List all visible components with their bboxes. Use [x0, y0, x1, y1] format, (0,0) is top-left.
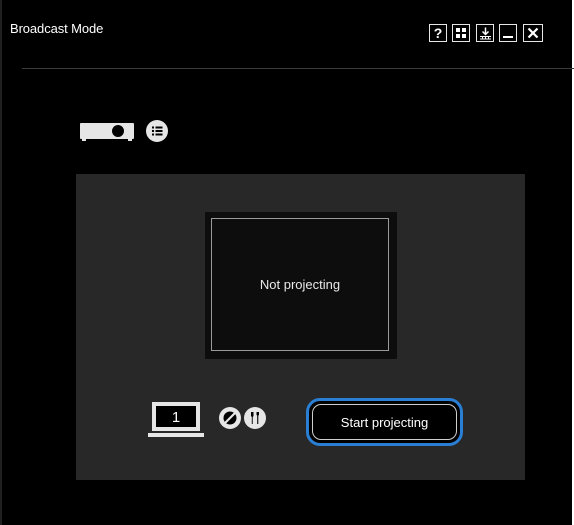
- minimize-button[interactable]: [499, 24, 517, 42]
- display-number: 1: [172, 409, 180, 426]
- start-projecting-button[interactable]: Start projecting: [306, 398, 463, 446]
- close-button[interactable]: [523, 24, 543, 42]
- tools-icon[interactable]: [244, 407, 266, 429]
- close-icon: [527, 27, 539, 39]
- preview-area: Not projecting: [205, 212, 397, 359]
- list-menu-icon[interactable]: [146, 120, 168, 142]
- title-bar: Broadcast Mode ?: [2, 0, 574, 68]
- download-button[interactable]: [476, 24, 494, 42]
- start-projecting-label: Start projecting: [312, 404, 457, 440]
- layout-button[interactable]: [452, 24, 470, 42]
- projection-panel: Not projecting 1 Start projecting: [76, 174, 525, 480]
- projector-icon: [80, 123, 134, 141]
- help-button[interactable]: ?: [429, 24, 447, 42]
- broadcast-window: Broadcast Mode ? Not projecting 1 Start …: [0, 0, 574, 525]
- disable-icon[interactable]: [219, 407, 241, 429]
- projection-status: Not projecting: [259, 277, 341, 292]
- preview-frame: Not projecting: [211, 218, 389, 351]
- minimize-icon: [503, 36, 513, 38]
- download-icon: [479, 27, 491, 39]
- laptop-icon[interactable]: 1: [148, 400, 204, 440]
- grid-icon: [456, 28, 466, 38]
- window-title: Broadcast Mode: [10, 21, 104, 36]
- help-icon: ?: [433, 25, 443, 41]
- title-divider: [22, 68, 574, 69]
